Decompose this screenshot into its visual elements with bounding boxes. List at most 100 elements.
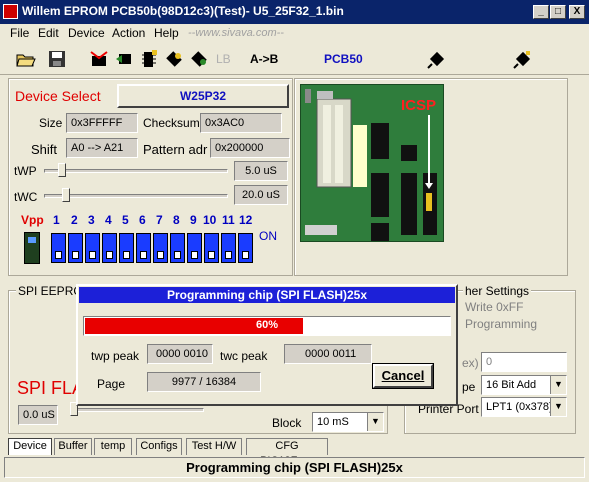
twp-peak-field: 0000 0010 xyxy=(147,344,213,364)
a-to-b-button[interactable]: A->B xyxy=(250,52,278,66)
twp-value: 5.0 uS xyxy=(234,161,288,181)
shift-field: A0 --> A21 xyxy=(66,138,138,158)
save-icon[interactable] xyxy=(46,48,68,70)
menu-bar: File Edit Device Action Help --www.sivav… xyxy=(0,24,589,43)
tab-temp[interactable]: temp xyxy=(94,438,132,455)
app-icon xyxy=(3,4,18,19)
vpp-label: Vpp xyxy=(21,213,44,227)
type-label: pe xyxy=(462,380,476,394)
size-label: Size xyxy=(39,116,63,130)
dip-switch-10[interactable] xyxy=(204,233,219,263)
dip-number-7: 7 xyxy=(156,213,163,227)
device-select-label: Device Select xyxy=(15,88,101,104)
dip-switch-6[interactable] xyxy=(136,233,151,263)
spi-time-field: 0.0 uS xyxy=(18,405,58,425)
progress-text: 60% xyxy=(255,319,279,331)
hex-input[interactable]: 0 xyxy=(481,352,567,372)
device-select-button[interactable]: W25P32 xyxy=(117,84,289,108)
pcb-board-image: ICSP xyxy=(300,84,444,242)
dip-number-11: 11 xyxy=(222,213,235,227)
menu-edit[interactable]: Edit xyxy=(38,26,59,40)
menu-device[interactable]: Device xyxy=(68,26,105,40)
dip-switch-4[interactable] xyxy=(102,233,117,263)
tab-test-hw[interactable]: Test H/W xyxy=(186,438,242,455)
chip-tool-icon[interactable] xyxy=(426,48,448,70)
twc-peak-label: twc peak xyxy=(220,349,268,363)
page-label: Page xyxy=(97,377,126,391)
shift-label: Shift xyxy=(31,142,58,157)
spi-group-label: SPI EEPRO xyxy=(16,284,85,298)
pattern-adr-label: Pattern adr xyxy=(143,142,208,157)
spi-slider-track[interactable] xyxy=(70,408,204,412)
vpp-switch[interactable] xyxy=(24,232,40,264)
icsp-label: ICSP xyxy=(401,97,437,114)
dip-switch-1[interactable] xyxy=(51,233,66,263)
tab-buffer[interactable]: Buffer xyxy=(54,438,92,455)
dip-number-9: 9 xyxy=(190,213,197,227)
lb-button[interactable]: LB xyxy=(216,52,231,66)
printer-port-value: LPT1 (0x378) xyxy=(486,401,553,413)
erase-chip-icon[interactable] xyxy=(88,48,110,70)
read-chip-icon[interactable] xyxy=(114,48,136,70)
dip-switch-7[interactable] xyxy=(153,233,168,263)
window-title: Willem EPROM PCB50b(98D12c3)(Test)- U5_2… xyxy=(22,4,344,18)
settings-chip-icon[interactable] xyxy=(512,48,534,70)
dip-switch-11[interactable] xyxy=(221,233,236,263)
program-chip-icon[interactable] xyxy=(138,48,160,70)
twc-value: 20.0 uS xyxy=(234,185,288,205)
twc-label: tWC xyxy=(14,190,38,204)
cancel-button[interactable]: Cancel xyxy=(372,363,434,389)
menu-watermark: --www.sivava.com-- xyxy=(188,27,284,39)
twp-slider-thumb[interactable] xyxy=(58,163,66,177)
tab-device[interactable]: Device xyxy=(8,438,52,455)
menu-file[interactable]: File xyxy=(10,26,29,40)
twc-slider-track[interactable] xyxy=(44,194,228,198)
dip-switch-8[interactable] xyxy=(170,233,185,263)
hex-label: ex) xyxy=(462,356,479,370)
block-value: 10 mS xyxy=(317,416,349,428)
progress-bar: 60% xyxy=(83,316,451,336)
maximize-button[interactable]: □ xyxy=(550,5,566,19)
printer-port-select[interactable]: LPT1 (0x378) ▼ xyxy=(481,397,567,417)
dip-number-12: 12 xyxy=(239,213,253,227)
checksum-field: 0x3AC0 xyxy=(200,113,282,133)
dip-switch-2[interactable] xyxy=(68,233,83,263)
type-value: 16 Bit Add xyxy=(486,379,537,391)
dip-number-10: 10 xyxy=(203,213,217,227)
block-select[interactable]: 10 mS ▼ xyxy=(312,412,384,432)
verify-chip-icon[interactable] xyxy=(163,48,185,70)
dip-switch-12[interactable] xyxy=(238,233,253,263)
twp-slider-track[interactable] xyxy=(44,169,228,173)
chevron-down-icon[interactable]: ▼ xyxy=(367,413,383,431)
dip-on-label: ON xyxy=(259,229,277,243)
spi-flash-label: SPI FLA xyxy=(17,378,85,398)
title-bar[interactable]: Willem EPROM PCB50b(98D12c3)(Test)- U5_2… xyxy=(0,0,589,24)
other-settings-label: her Settings xyxy=(463,284,532,298)
menu-help[interactable]: Help xyxy=(154,26,179,40)
minimize-button[interactable]: _ xyxy=(533,5,549,19)
twc-slider-thumb[interactable] xyxy=(62,188,70,202)
tab-cfg-pic18fxxx[interactable]: CFG PIC18Fxxx xyxy=(246,438,328,467)
twc-peak-field: 0000 0011 xyxy=(284,344,372,364)
tab-configs[interactable]: Configs xyxy=(136,438,182,455)
checksum-label: Checksum xyxy=(143,116,200,130)
open-folder-icon[interactable] xyxy=(14,48,36,70)
write-0xff-label[interactable]: Write 0xFF xyxy=(465,300,523,314)
dip-number-2: 2 xyxy=(71,213,78,227)
progress-dialog-title: Programming chip (SPI FLASH)25x xyxy=(79,287,455,303)
dip-number-5: 5 xyxy=(122,213,129,227)
progress-dialog: Programming chip (SPI FLASH)25x 60% twp … xyxy=(76,284,458,406)
dip-switch-9[interactable] xyxy=(187,233,202,263)
size-field: 0x3FFFFF xyxy=(66,113,138,133)
type-select[interactable]: 16 Bit Add ▼ xyxy=(481,375,567,395)
dip-number-8: 8 xyxy=(173,213,180,227)
menu-action[interactable]: Action xyxy=(112,26,145,40)
chevron-down-icon[interactable]: ▼ xyxy=(550,376,566,394)
dip-switch-3[interactable] xyxy=(85,233,100,263)
chevron-down-icon[interactable]: ▼ xyxy=(550,398,566,416)
blank-check-icon[interactable] xyxy=(188,48,210,70)
pcb50-button[interactable]: PCB50 xyxy=(324,52,363,66)
programming-label[interactable]: Programming xyxy=(465,317,537,331)
close-button[interactable]: X xyxy=(569,5,585,19)
dip-switch-5[interactable] xyxy=(119,233,134,263)
